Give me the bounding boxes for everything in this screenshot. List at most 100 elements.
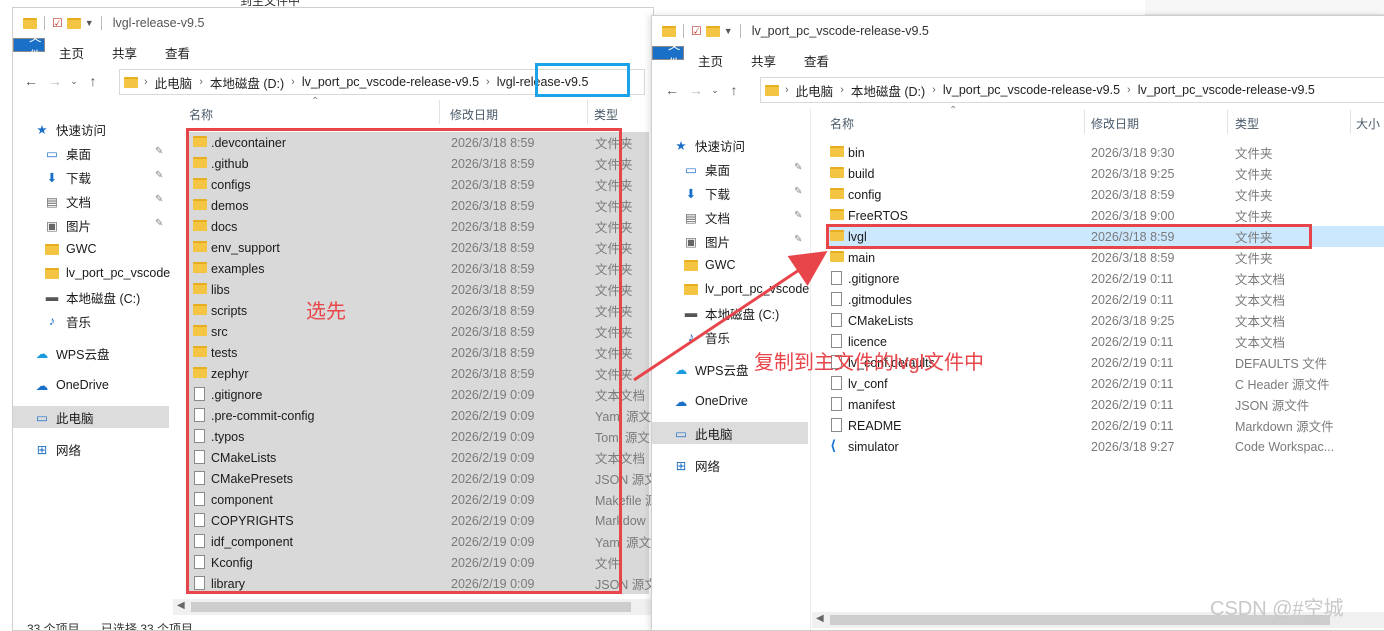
up-arrow-icon[interactable]: ↑: [722, 82, 746, 98]
file-row[interactable]: FreeRTOS 2026/3/18 9:00 文件夹: [826, 205, 1384, 226]
pin-icon[interactable]: ✎: [155, 146, 163, 157]
sidebar-item[interactable]: ⊞ 网络: [674, 454, 720, 476]
file-row[interactable]: bin 2026/3/18 9:30 文件夹: [826, 142, 1384, 163]
up-arrow-icon[interactable]: ↑: [81, 73, 105, 89]
breadcrumb-this-pc[interactable]: 此电脑: [148, 73, 200, 92]
chevron-down-icon[interactable]: ▼: [724, 26, 733, 36]
tab-home[interactable]: 主页: [45, 38, 98, 66]
file-row[interactable]: main 2026/3/18 8:59 文件夹: [826, 247, 1384, 268]
annotation-arrow: [633, 251, 828, 382]
sidebar-item-selected[interactable]: ▭ 此电脑: [13, 406, 169, 428]
pin-icon[interactable]: ✎: [794, 186, 802, 197]
column-header-date[interactable]: 修改日期: [450, 106, 498, 123]
sidebar-item[interactable]: ▬ 本地磁盘 (C:): [45, 286, 141, 308]
sidebar-item[interactable]: ▭ 桌面: [684, 158, 730, 180]
new-folder-icon[interactable]: [66, 17, 81, 29]
sidebar-item[interactable]: ☁ WPS云盘: [35, 342, 110, 364]
sidebar-item-label: WPS云盘: [56, 347, 110, 362]
file-icon: [831, 418, 842, 432]
properties-icon[interactable]: ☑: [52, 16, 63, 30]
sidebar-item[interactable]: ⊞ 网络: [35, 438, 81, 460]
sidebar-item-selected[interactable]: ▭ 此电脑: [652, 422, 808, 444]
sidebar-item[interactable]: ▤ 文档: [45, 190, 91, 212]
column-header-name[interactable]: 名称: [189, 106, 213, 123]
breadcrumb-this-pc[interactable]: 此电脑: [789, 81, 841, 100]
breadcrumb-project[interactable]: lv_port_pc_vscode-release-v9.5: [295, 75, 486, 89]
sidebar-item[interactable]: ⬇ 下载: [45, 166, 91, 188]
sidebar-item[interactable]: ♪ 音乐: [45, 310, 91, 332]
breadcrumb-current[interactable]: lv_port_pc_vscode-release-v9.5: [1131, 83, 1322, 97]
recent-chevron-icon[interactable]: ⌄: [708, 85, 722, 96]
tab-share[interactable]: 共享: [737, 46, 790, 74]
tab-view[interactable]: 查看: [790, 46, 843, 74]
column-header-date[interactable]: 修改日期: [1091, 115, 1139, 132]
folder-icon: [830, 209, 844, 220]
column-divider[interactable]: [1350, 110, 1351, 134]
tab-view[interactable]: 查看: [151, 38, 204, 66]
column-header-type[interactable]: 类型: [1235, 115, 1259, 132]
sidebar-item-label: OneDrive: [56, 378, 109, 392]
tab-share[interactable]: 共享: [98, 38, 151, 66]
sidebar-item[interactable]: ⬇ 下载: [684, 182, 730, 204]
column-header-size[interactable]: 大小: [1356, 115, 1380, 132]
file-row[interactable]: README 2026/2/19 0:11 Markdown 源文件: [826, 415, 1384, 436]
properties-icon[interactable]: ☑: [691, 24, 702, 38]
scrollbar-thumb[interactable]: [191, 602, 631, 612]
file-type: 文件夹: [1235, 252, 1273, 266]
column-header-type[interactable]: 类型: [594, 106, 618, 123]
forward-arrow-icon[interactable]: →: [684, 82, 708, 98]
sidebar-item[interactable]: ▤ 文档: [684, 206, 730, 228]
file-row[interactable]: manifest 2026/2/19 0:11 JSON 源文件: [826, 394, 1384, 415]
file-row[interactable]: .gitmodules 2026/2/19 0:11 文本文档: [826, 289, 1384, 310]
tab-file[interactable]: 文件: [652, 38, 684, 71]
column-divider[interactable]: [587, 100, 588, 124]
pin-icon[interactable]: ✎: [155, 218, 163, 229]
file-row[interactable]: .gitignore 2026/2/19 0:11 文本文档: [826, 268, 1384, 289]
file-type: 文本文档: [1235, 336, 1286, 350]
sidebar-item-label: 桌面: [66, 147, 92, 162]
breadcrumb-project[interactable]: lv_port_pc_vscode-release-v9.5: [936, 83, 1127, 97]
network-icon: ⊞: [675, 458, 687, 473]
file-date: 2026/3/18 9:27: [1091, 439, 1175, 454]
file-name: main: [848, 250, 876, 265]
column-divider[interactable]: [1084, 110, 1085, 134]
file-row[interactable]: build 2026/3/18 9:25 文件夹: [826, 163, 1384, 184]
left-title-bar: ☑ ▼ lvgl-release-v9.5: [13, 8, 653, 38]
pin-icon[interactable]: ✎: [794, 210, 802, 221]
file-row[interactable]: ⟨ simulator 2026/3/18 9:27 Code Workspac...: [826, 436, 1384, 457]
sidebar-item[interactable]: ▣ 图片: [45, 214, 91, 236]
breadcrumb-drive-d[interactable]: 本地磁盘 (D:): [203, 73, 291, 92]
file-row[interactable]: config 2026/3/18 8:59 文件夹: [826, 184, 1384, 205]
right-address-bar[interactable]: › 此电脑 › 本地磁盘 (D:) › lv_port_pc_vscode-re…: [760, 77, 1384, 103]
file-type: 文件夹: [1235, 147, 1273, 161]
right-file-list: bin 2026/3/18 9:30 文件夹 build 2026/3/18 9:25 文…: [826, 142, 1384, 472]
sidebar-item[interactable]: ▭ 桌面: [45, 142, 91, 164]
sidebar-item-label: 文档: [705, 211, 731, 226]
scroll-left-icon[interactable]: ◀: [816, 613, 824, 624]
back-arrow-icon[interactable]: ←: [660, 82, 684, 98]
forward-arrow-icon[interactable]: →: [43, 73, 67, 89]
chevron-down-icon[interactable]: ▼: [85, 18, 94, 28]
sidebar-item[interactable]: lv_port_pc_vscode: [45, 262, 170, 284]
tab-file[interactable]: 文件: [13, 30, 45, 63]
breadcrumb-drive-d[interactable]: 本地磁盘 (D:): [844, 81, 932, 100]
sidebar-item[interactable]: ☁ OneDrive: [35, 374, 109, 396]
new-folder-icon[interactable]: [705, 25, 720, 37]
back-arrow-icon[interactable]: ←: [19, 73, 43, 89]
sidebar-item[interactable]: ★ 快速访问: [674, 134, 745, 156]
recent-chevron-icon[interactable]: ⌄: [67, 76, 81, 87]
column-divider[interactable]: [1227, 110, 1228, 134]
sidebar-item[interactable]: GWC: [45, 238, 97, 260]
file-row[interactable]: lv_conf 2026/2/19 0:11 C Header 源文件: [826, 373, 1384, 394]
column-divider[interactable]: [439, 100, 440, 124]
horizontal-scrollbar[interactable]: ◀: [173, 599, 653, 615]
scroll-left-icon[interactable]: ◀: [177, 600, 185, 611]
file-type: Markdown 源文件: [1235, 420, 1334, 434]
column-header-name[interactable]: 名称: [830, 115, 854, 132]
pin-icon[interactable]: ✎: [155, 170, 163, 181]
pin-icon[interactable]: ✎: [794, 162, 802, 173]
tab-home[interactable]: 主页: [684, 46, 737, 74]
pin-icon[interactable]: ✎: [155, 194, 163, 205]
sidebar-item[interactable]: ★ 快速访问: [35, 118, 106, 140]
file-row[interactable]: CMakeLists 2026/3/18 9:25 文本文档: [826, 310, 1384, 331]
